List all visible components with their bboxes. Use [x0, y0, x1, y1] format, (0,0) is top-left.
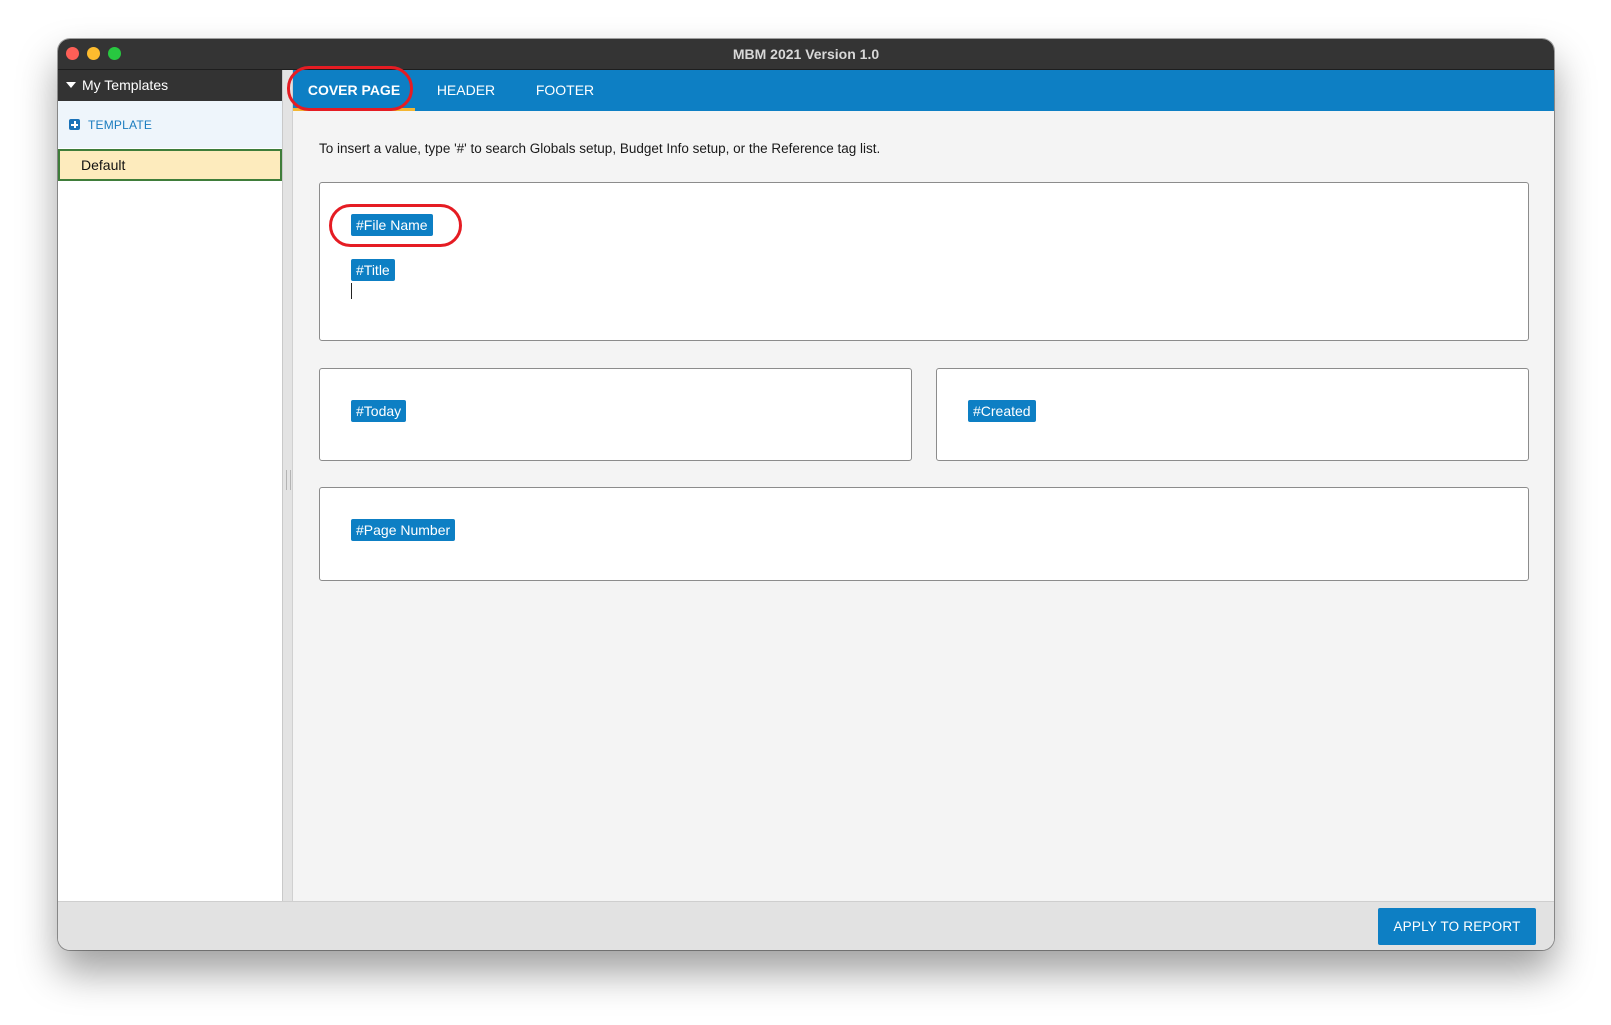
- tag-created[interactable]: #Created: [968, 400, 1036, 422]
- tag-file-name[interactable]: #File Name: [351, 214, 433, 236]
- cover-page-editor: To insert a value, type '#' to search Gl…: [293, 111, 1554, 901]
- tag-title[interactable]: #Title: [351, 259, 395, 281]
- disclosure-triangle-icon[interactable]: [66, 82, 76, 88]
- tag-page-number[interactable]: #Page Number: [351, 519, 456, 541]
- instruction-text: To insert a value, type '#' to search Gl…: [319, 141, 881, 156]
- bottom-section-box[interactable]: #Page Number: [319, 487, 1529, 581]
- apply-to-report-button[interactable]: APPLY TO REPORT: [1378, 908, 1536, 945]
- text-cursor: [351, 283, 352, 299]
- title-bar: MBM 2021 Version 1.0: [58, 39, 1554, 70]
- left-section-box[interactable]: #Today: [319, 368, 912, 461]
- templates-sidebar: My Templates TEMPLATE Default: [58, 70, 283, 901]
- title-section-box[interactable]: #File Name #Title: [319, 182, 1529, 341]
- panel-splitter[interactable]: [283, 70, 293, 901]
- splitter-grip[interactable]: [286, 470, 291, 490]
- window-title: MBM 2021 Version 1.0: [732, 46, 880, 62]
- my-templates-label: My Templates: [82, 77, 169, 93]
- right-section-box[interactable]: #Created: [936, 368, 1529, 461]
- plus-square-icon: [69, 119, 80, 130]
- add-template-label: TEMPLATE: [88, 118, 153, 132]
- tab-bar: COVER PAGE HEADER FOOTER: [287, 66, 1554, 111]
- footer-bar: APPLY TO REPORT: [58, 901, 1554, 950]
- add-template-button[interactable]: TEMPLATE: [58, 101, 282, 148]
- tab-footer[interactable]: FOOTER: [517, 70, 613, 111]
- sidebar-item-default[interactable]: Default: [58, 149, 282, 181]
- tag-today[interactable]: #Today: [351, 400, 407, 422]
- tab-header[interactable]: HEADER: [415, 70, 517, 111]
- tab-cover-page[interactable]: COVER PAGE: [293, 70, 415, 111]
- my-templates-header[interactable]: My Templates: [58, 70, 282, 101]
- sidebar-item-label: Default: [81, 157, 126, 173]
- app-window: MBM 2021 Version 1.0 My Templates TEMPLA…: [58, 39, 1554, 950]
